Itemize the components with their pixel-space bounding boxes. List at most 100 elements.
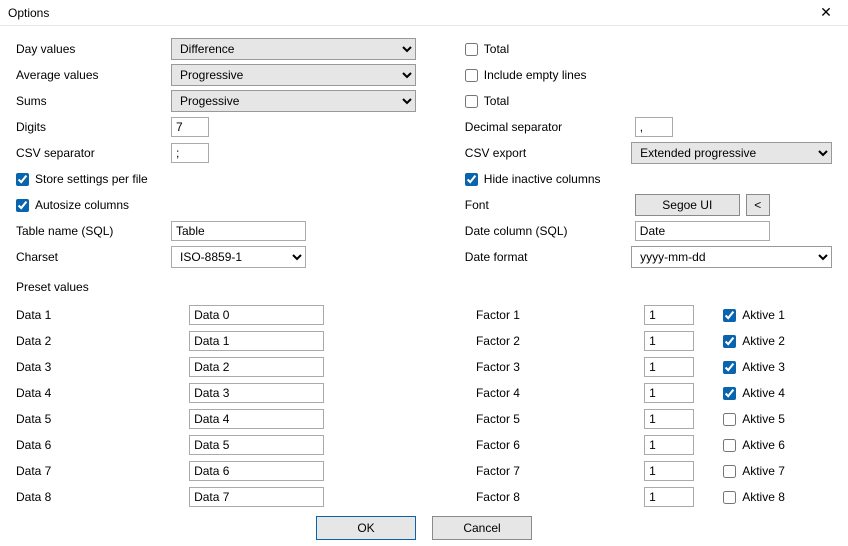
aktive-label: Aktive 3 xyxy=(742,360,785,374)
aktive-checkbox-6[interactable] xyxy=(723,439,736,452)
factor-input-5[interactable] xyxy=(644,409,694,429)
charset-select[interactable]: ISO-8859-1 xyxy=(171,246,306,268)
average-values-select[interactable]: Progressive xyxy=(171,64,416,86)
csv-export-select[interactable]: Extended progressive xyxy=(631,142,832,164)
table-name-input[interactable] xyxy=(171,221,306,241)
font-picker-button[interactable]: < xyxy=(746,194,770,216)
cancel-button[interactable]: Cancel xyxy=(432,516,532,540)
data-input-2[interactable] xyxy=(189,331,324,351)
aktive-checkbox-4[interactable] xyxy=(723,387,736,400)
window-title: Options xyxy=(8,6,49,20)
factor-input-1[interactable] xyxy=(644,305,694,325)
store-per-file-checkbox[interactable] xyxy=(16,173,29,186)
aktive-label: Aktive 2 xyxy=(742,334,785,348)
preset-row: Data 3 Factor 3 Aktive 3 xyxy=(16,354,832,380)
data-input-6[interactable] xyxy=(189,435,324,455)
day-values-label: Day values xyxy=(16,42,171,56)
autosize-label: Autosize columns xyxy=(35,198,129,212)
hide-inactive-label: Hide inactive columns xyxy=(484,172,601,186)
day-values-select[interactable]: Difference xyxy=(171,38,416,60)
hide-inactive-checkbox[interactable] xyxy=(465,173,478,186)
aktive-checkbox-7[interactable] xyxy=(723,465,736,478)
factor-input-7[interactable] xyxy=(644,461,694,481)
factor-label: Factor 1 xyxy=(476,308,644,322)
preset-row: Data 2 Factor 2 Aktive 2 xyxy=(16,328,832,354)
data-label: Data 6 xyxy=(16,438,189,452)
decimal-sep-label: Decimal separator xyxy=(465,120,635,134)
dialog-body: Day values Difference Average values Pro… xyxy=(0,26,848,546)
date-column-input[interactable] xyxy=(635,221,770,241)
font-label: Font xyxy=(465,198,635,212)
charset-label: Charset xyxy=(16,250,171,264)
data-input-4[interactable] xyxy=(189,383,324,403)
preset-grid: Data 1 Factor 1 Aktive 1 Data 2 Factor 2 Ak… xyxy=(16,302,832,510)
ok-button[interactable]: OK xyxy=(316,516,416,540)
aktive-label: Aktive 8 xyxy=(742,490,785,504)
factor-label: Factor 3 xyxy=(476,360,644,374)
data-input-3[interactable] xyxy=(189,357,324,377)
titlebar: Options ✕ xyxy=(0,0,848,26)
autosize-checkbox[interactable] xyxy=(16,199,29,212)
data-label: Data 3 xyxy=(16,360,189,374)
average-values-label: Average values xyxy=(16,68,171,82)
data-input-5[interactable] xyxy=(189,409,324,429)
aktive-checkbox-1[interactable] xyxy=(723,309,736,322)
digits-label: Digits xyxy=(16,120,171,134)
factor-input-6[interactable] xyxy=(644,435,694,455)
aktive-checkbox-3[interactable] xyxy=(723,361,736,374)
csv-export-label: CSV export xyxy=(465,146,631,160)
factor-label: Factor 7 xyxy=(476,464,644,478)
data-input-1[interactable] xyxy=(189,305,324,325)
data-label: Data 2 xyxy=(16,334,189,348)
include-empty-label: Include empty lines xyxy=(484,68,587,82)
factor-label: Factor 6 xyxy=(476,438,644,452)
date-format-select[interactable]: yyyy-mm-dd xyxy=(631,246,832,268)
store-per-file-label: Store settings per file xyxy=(35,172,148,186)
aktive-label: Aktive 7 xyxy=(742,464,785,478)
date-column-label: Date column (SQL) xyxy=(465,224,635,238)
sums-select[interactable]: Progessive xyxy=(171,90,416,112)
total1-label: Total xyxy=(484,42,509,56)
preset-values-label: Preset values xyxy=(16,280,89,294)
table-name-label: Table name (SQL) xyxy=(16,224,171,238)
factor-input-4[interactable] xyxy=(644,383,694,403)
aktive-label: Aktive 6 xyxy=(742,438,785,452)
data-label: Data 8 xyxy=(16,490,189,504)
aktive-label: Aktive 1 xyxy=(742,308,785,322)
total1-checkbox[interactable] xyxy=(465,43,478,56)
data-input-8[interactable] xyxy=(189,487,324,507)
preset-row: Data 1 Factor 1 Aktive 1 xyxy=(16,302,832,328)
include-empty-checkbox[interactable] xyxy=(465,69,478,82)
sums-label: Sums xyxy=(16,94,171,108)
digits-input[interactable] xyxy=(171,117,209,137)
data-label: Data 1 xyxy=(16,308,189,322)
data-label: Data 4 xyxy=(16,386,189,400)
decimal-sep-input[interactable] xyxy=(635,117,673,137)
data-label: Data 7 xyxy=(16,464,189,478)
factor-input-2[interactable] xyxy=(644,331,694,351)
font-button[interactable]: Segoe UI xyxy=(635,194,740,216)
factor-input-8[interactable] xyxy=(644,487,694,507)
aktive-label: Aktive 5 xyxy=(742,412,785,426)
factor-label: Factor 8 xyxy=(476,490,644,504)
preset-row: Data 4 Factor 4 Aktive 4 xyxy=(16,380,832,406)
factor-input-3[interactable] xyxy=(644,357,694,377)
factor-label: Factor 2 xyxy=(476,334,644,348)
total2-checkbox[interactable] xyxy=(465,95,478,108)
aktive-checkbox-2[interactable] xyxy=(723,335,736,348)
close-icon[interactable]: ✕ xyxy=(806,1,846,25)
factor-label: Factor 5 xyxy=(476,412,644,426)
preset-row: Data 5 Factor 5 Aktive 5 xyxy=(16,406,832,432)
aktive-label: Aktive 4 xyxy=(742,386,785,400)
preset-row: Data 7 Factor 7 Aktive 7 xyxy=(16,458,832,484)
preset-row: Data 8 Factor 8 Aktive 8 xyxy=(16,484,832,510)
data-label: Data 5 xyxy=(16,412,189,426)
factor-label: Factor 4 xyxy=(476,386,644,400)
date-format-label: Date format xyxy=(465,250,631,264)
csv-sep-input[interactable] xyxy=(171,143,209,163)
preset-row: Data 6 Factor 6 Aktive 6 xyxy=(16,432,832,458)
aktive-checkbox-5[interactable] xyxy=(723,413,736,426)
aktive-checkbox-8[interactable] xyxy=(723,491,736,504)
data-input-7[interactable] xyxy=(189,461,324,481)
total2-label: Total xyxy=(484,94,509,108)
